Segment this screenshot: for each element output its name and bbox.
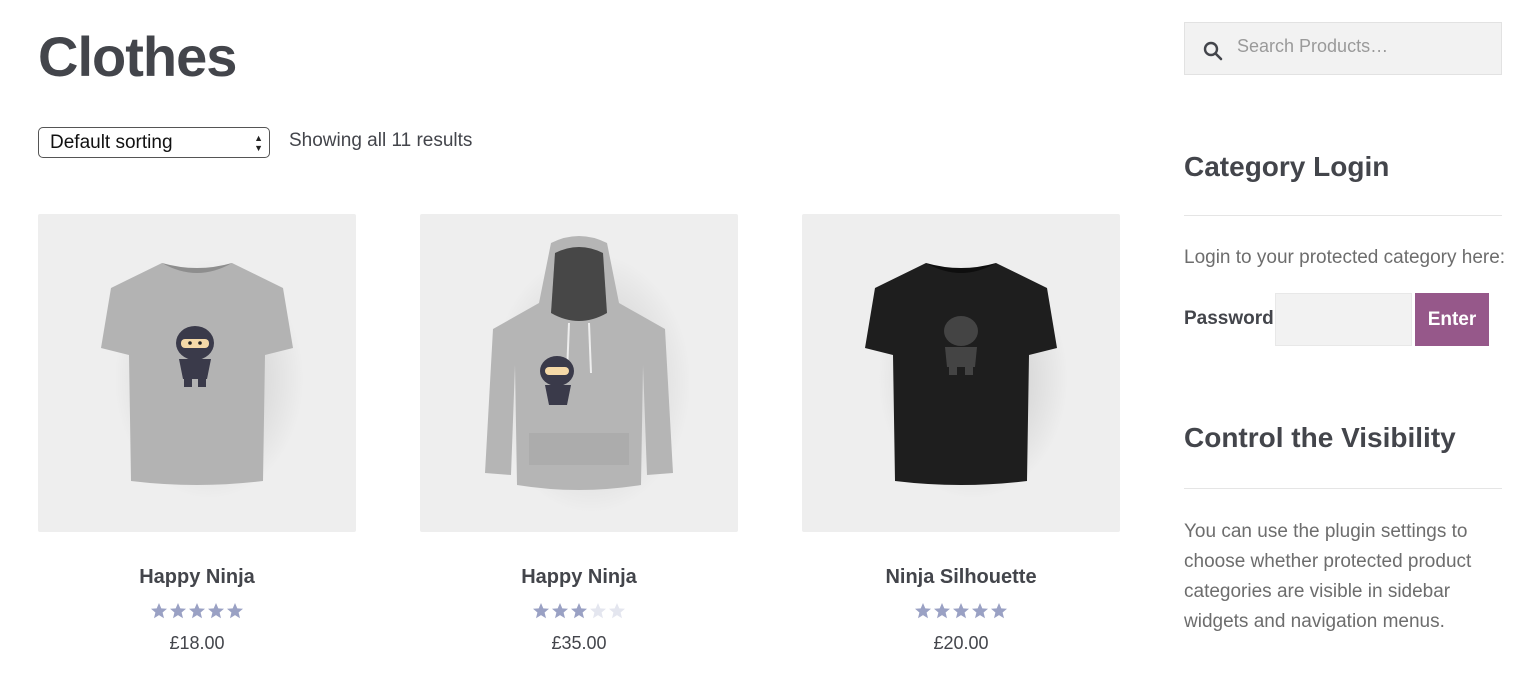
star-icon xyxy=(934,603,950,619)
product-card[interactable]: Happy Ninja £35.00 xyxy=(420,214,738,654)
sort-select-value: Default sorting xyxy=(50,131,173,153)
product-title[interactable]: Ninja Silhouette xyxy=(802,566,1120,589)
password-label: Password: xyxy=(1184,308,1281,329)
product-title[interactable]: Happy Ninja xyxy=(420,566,738,589)
star-icon xyxy=(227,603,243,619)
search-icon xyxy=(1203,41,1223,60)
product-price: £35.00 xyxy=(551,633,607,653)
star-icon xyxy=(151,603,167,619)
star-icon xyxy=(590,603,606,619)
result-count: Showing all 11 results xyxy=(289,130,473,151)
category-login-title: Category Login xyxy=(1184,151,1390,182)
product-image[interactable] xyxy=(38,214,356,532)
product-price: £20.00 xyxy=(933,633,989,653)
product-card[interactable]: Happy Ninja £18.00 xyxy=(38,214,356,654)
password-field[interactable] xyxy=(1275,293,1412,346)
star-icon xyxy=(972,603,988,619)
product-image[interactable] xyxy=(802,214,1120,532)
product-card[interactable]: Ninja Silhouette £20.00 xyxy=(802,214,1120,654)
star-rating xyxy=(38,602,356,620)
hoodie-image xyxy=(485,236,689,513)
page-title: Clothes xyxy=(38,25,237,88)
star-rating xyxy=(420,602,738,620)
star-icon xyxy=(953,603,969,619)
star-rating xyxy=(802,602,1120,620)
divider xyxy=(1184,488,1502,489)
star-icon xyxy=(609,603,625,619)
product-title[interactable]: Happy Ninja xyxy=(38,566,356,589)
product-image[interactable] xyxy=(420,214,738,532)
star-icon xyxy=(170,603,186,619)
star-icon xyxy=(189,603,205,619)
divider xyxy=(1184,215,1502,216)
product-price: £18.00 xyxy=(169,633,225,653)
select-arrows-icon: ▲ ▼ xyxy=(254,133,263,153)
tshirt-image xyxy=(101,259,304,499)
visibility-text: You can use the plugin settings to choos… xyxy=(1184,521,1472,632)
black-tshirt-image xyxy=(865,259,1068,499)
star-icon xyxy=(533,603,549,619)
login-description: Login to your protected category here: xyxy=(1184,247,1506,268)
star-icon xyxy=(991,603,1007,619)
star-icon xyxy=(552,603,568,619)
sort-select[interactable]: Default sorting ▲ ▼ xyxy=(38,127,270,158)
star-icon xyxy=(208,603,224,619)
search-placeholder: Search Products… xyxy=(1237,36,1389,56)
enter-button[interactable]: Enter xyxy=(1415,293,1489,346)
visibility-title: Control the Visibility xyxy=(1184,422,1456,453)
star-icon xyxy=(571,603,587,619)
star-icon xyxy=(915,603,931,619)
search-input[interactable]: Search Products… xyxy=(1184,22,1502,75)
